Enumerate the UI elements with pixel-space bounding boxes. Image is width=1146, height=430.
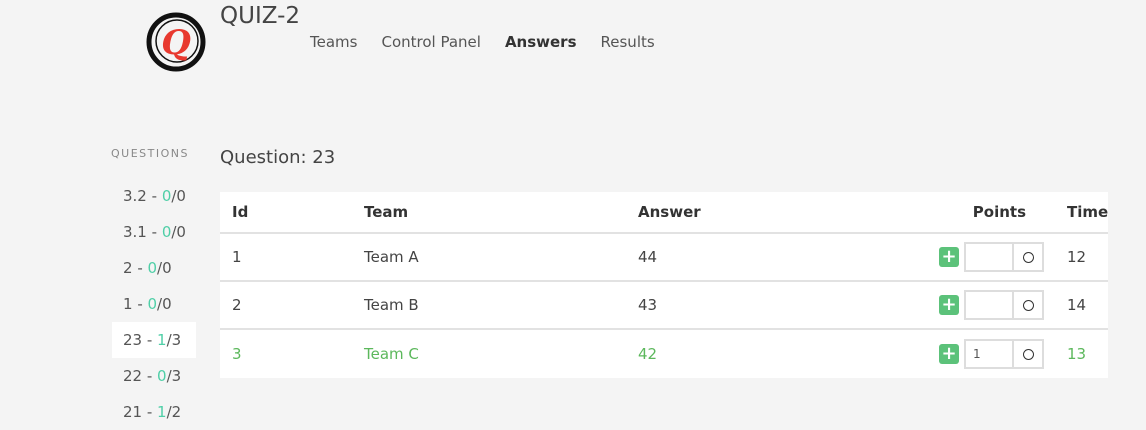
question-correct: 0: [161, 187, 172, 205]
question-total: 0: [176, 223, 186, 241]
quiz-logo: Q: [146, 12, 206, 72]
points-input[interactable]: [964, 242, 1014, 272]
question-heading: Question: 23: [220, 147, 336, 168]
table-row: 3 Team C 42 + 13: [220, 330, 1108, 378]
circle-icon: [1022, 299, 1034, 311]
points-input[interactable]: [964, 290, 1014, 320]
col-id: Id: [232, 203, 249, 221]
circle-icon: [1022, 251, 1034, 263]
question-name: 2: [123, 259, 133, 277]
reset-points-button[interactable]: [1014, 242, 1044, 272]
questions-list: 3.2 - 0/0 3.1 - 0/0 2 - 0/0 1 - 0/0 23 - 1/3…: [112, 178, 196, 430]
add-points-button[interactable]: +: [939, 247, 959, 267]
row-team: Team C: [364, 345, 419, 363]
circle-icon: [1022, 348, 1034, 360]
question-item[interactable]: 3.2 - 0/0: [112, 178, 196, 214]
question-item[interactable]: 23 - 1/3: [112, 322, 196, 358]
question-total: 0: [162, 295, 172, 313]
nav-answers[interactable]: Answers: [505, 33, 577, 51]
question-total: 0: [176, 187, 186, 205]
question-correct: 1: [157, 331, 167, 349]
reset-points-button[interactable]: [1014, 339, 1044, 369]
question-total: 3: [171, 367, 182, 385]
table-row: 1 Team A 44 + 12: [220, 234, 1108, 282]
row-answer: 43: [638, 296, 658, 314]
question-item[interactable]: 22 - 0/3: [112, 358, 196, 394]
add-points-button[interactable]: +: [939, 344, 959, 364]
row-time: 14: [1067, 296, 1087, 314]
question-correct: 0: [147, 295, 158, 313]
row-id: 3: [232, 345, 242, 363]
question-correct: 0: [161, 223, 172, 241]
question-item[interactable]: 1 - 0/0: [112, 286, 196, 322]
row-id: 1: [232, 248, 242, 266]
row-answer: 42: [638, 345, 658, 363]
question-name: 3.2: [123, 187, 147, 205]
points-input[interactable]: [964, 339, 1014, 369]
nav-results[interactable]: Results: [601, 33, 655, 51]
main-nav: Teams Control Panel Answers Results: [310, 33, 655, 51]
row-points: +: [906, 242, 1044, 272]
questions-label: QUESTIONS: [111, 147, 189, 160]
question-correct: 0: [157, 367, 167, 385]
question-name: 21: [123, 403, 143, 421]
col-time: Time: [1067, 203, 1109, 221]
nav-teams[interactable]: Teams: [310, 33, 357, 51]
row-id: 2: [232, 296, 242, 314]
add-points-button[interactable]: +: [939, 295, 959, 315]
question-name: 3.1: [123, 223, 147, 241]
table-row: 2 Team B 43 + 14: [220, 282, 1108, 330]
answers-table: Id Team Answer Points Time 1 Team A 44 +…: [220, 192, 1108, 378]
col-points: Points: [972, 203, 1026, 221]
question-name: 23: [123, 331, 143, 349]
app-title: QUIZ-2: [220, 3, 301, 29]
question-total: 2: [171, 403, 182, 421]
nav-control-panel[interactable]: Control Panel: [381, 33, 480, 51]
row-team: Team B: [364, 296, 419, 314]
question-correct: 0: [147, 259, 158, 277]
row-points: +: [906, 290, 1044, 320]
col-team: Team: [364, 203, 409, 221]
question-total: 3: [171, 331, 182, 349]
question-correct: 1: [157, 403, 167, 421]
question-item[interactable]: 21 - 1/2: [112, 394, 196, 430]
question-item[interactable]: 3.1 - 0/0: [112, 214, 196, 250]
question-name: 22: [123, 367, 143, 385]
question-total: 0: [162, 259, 172, 277]
col-answer: Answer: [638, 203, 701, 221]
row-team: Team A: [364, 248, 419, 266]
question-item[interactable]: 2 - 0/0: [112, 250, 196, 286]
question-name: 1: [123, 295, 133, 313]
row-time: 13: [1067, 345, 1087, 363]
row-answer: 44: [638, 248, 658, 266]
row-time: 12: [1067, 248, 1087, 266]
reset-points-button[interactable]: [1014, 290, 1044, 320]
row-points: +: [906, 339, 1044, 369]
svg-text:Q: Q: [161, 23, 191, 63]
table-header: Id Team Answer Points Time: [220, 192, 1108, 234]
